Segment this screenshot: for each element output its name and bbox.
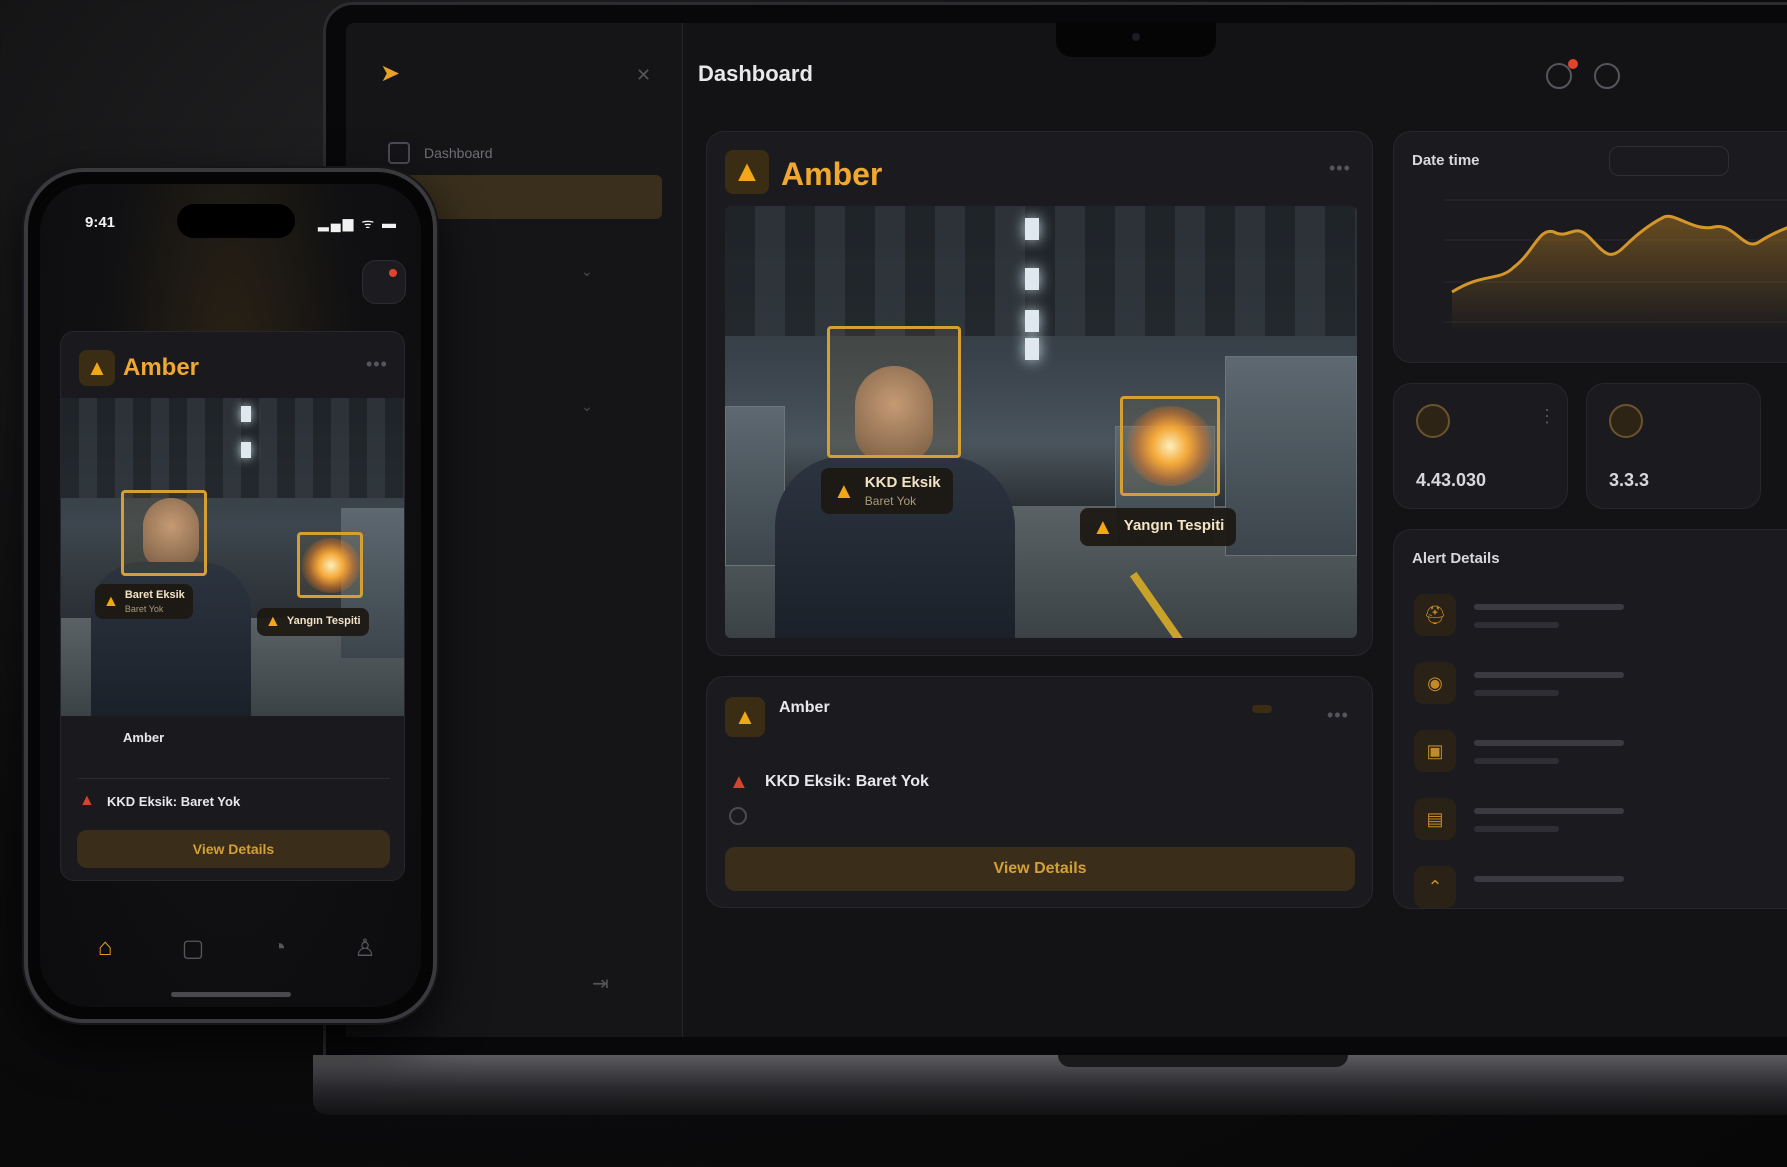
camera-name: Amber <box>779 699 830 716</box>
detection-box-fire <box>1120 396 1220 496</box>
trend-chart-card: Date time <box>1393 131 1787 363</box>
camera-feed-card: ▲ Amber ••• ▲ Baret Eksik <box>60 331 405 881</box>
sidebar-collapse-icon[interactable]: ✕ <box>636 65 651 86</box>
view-details-button[interactable]: View Details <box>725 847 1355 891</box>
home-indicator <box>171 992 291 997</box>
laptop-hinge <box>1058 1055 1348 1067</box>
alert-triangle-icon: ▲ <box>729 771 749 793</box>
more-options-icon[interactable]: ••• <box>366 354 388 375</box>
user-icon[interactable]: ♙ <box>350 934 380 964</box>
warning-triangle-icon: ▲ <box>86 355 108 380</box>
calendar-icon: ▤ <box>1414 798 1456 840</box>
warning-triangle-icon: ▲ <box>833 478 855 503</box>
chevron-down-icon[interactable]: ⌄ <box>581 398 593 415</box>
alert-summary-card: ▲ Amber ••• ▲ KKD Eksik: Baret Yok View … <box>706 676 1373 908</box>
grid-icon <box>388 142 410 164</box>
chevron-up-icon: ⌃ <box>1414 866 1456 908</box>
sidebar-item-label: Dashboard <box>424 145 493 161</box>
camera-name: Amber <box>123 730 165 745</box>
chevron-down-icon[interactable]: ⌄ <box>581 263 593 280</box>
laptop-mockup: ➤ ✕ Dashboard ⌄ ⌄ ⇥ Dashboard ▲ Amber ••… <box>313 0 1787 1115</box>
warning-triangle-icon: ▲ <box>265 613 281 630</box>
logout-icon[interactable]: ⇥ <box>592 971 609 996</box>
list-item[interactable]: ▣ <box>1414 730 1774 778</box>
warning-triangle-icon: ▲ <box>1092 514 1114 539</box>
list-item[interactable]: ⛑ <box>1414 594 1774 642</box>
status-badge <box>1252 705 1272 713</box>
eye-icon: ◉ <box>1414 662 1456 704</box>
trend-sparkline <box>1444 199 1787 332</box>
document-icon: ▣ <box>1414 730 1456 772</box>
feed-title: Amber <box>781 156 883 192</box>
laptop-base <box>313 1055 1787 1115</box>
marketing-mockup: { "dashboard": { "header_title": "Dashbo… <box>0 0 1787 1167</box>
detection-box-fire <box>297 532 363 598</box>
notification-bell-icon[interactable] <box>362 260 406 304</box>
dashboard-screen: ➤ ✕ Dashboard ⌄ ⌄ ⇥ Dashboard ▲ Amber ••… <box>346 23 1787 1037</box>
warning-badge: ▲ <box>725 697 765 737</box>
bell-icon[interactable]: ◔ <box>264 934 294 964</box>
camera-notch <box>1056 21 1216 57</box>
view-details-button[interactable]: View Details <box>77 830 390 868</box>
stat-card: ⋮ 4.43.030 <box>1393 383 1568 509</box>
stat-icon <box>1416 404 1450 438</box>
detection-label-ppe: ▲ KKD Eksik Baret Yok <box>821 468 953 514</box>
dynamic-island <box>177 204 295 238</box>
detection-box-person <box>121 490 207 576</box>
sidebar-item-dashboard[interactable]: Dashboard <box>366 131 662 175</box>
settings-icon[interactable] <box>1594 63 1620 89</box>
page-title: Dashboard <box>698 61 813 86</box>
detection-label-fire: ▲ Yangın Tespiti <box>257 608 369 636</box>
alert-triangle-icon: ▲ <box>79 792 95 809</box>
notification-dot <box>1568 59 1578 69</box>
warning-badge: ▲ <box>725 150 769 194</box>
brand-logo-icon: ➤ <box>380 60 401 87</box>
status-time: 9:41 <box>85 214 116 231</box>
stat-card: 3.3.3 <box>1586 383 1761 509</box>
home-icon[interactable]: ⌂ <box>90 934 120 964</box>
warning-triangle-icon: ▲ <box>732 155 762 188</box>
list-item[interactable]: ◉ <box>1414 662 1774 710</box>
more-options-icon[interactable]: ⋮ <box>1538 406 1557 427</box>
stat-value: 4.43.030 <box>1416 470 1487 490</box>
more-options-icon[interactable]: ••• <box>1327 705 1349 726</box>
feed-title: Amber <box>123 354 200 381</box>
stat-value: 3.3.3 <box>1609 470 1650 490</box>
detection-box-person <box>827 326 961 458</box>
alert-details-card: Alert Details ⛑ ◉ ▣ ▤ ⌃ <box>1393 529 1787 909</box>
laptop-bezel: ➤ ✕ Dashboard ⌄ ⌄ ⇥ Dashboard ▲ Amber ••… <box>323 2 1787 1057</box>
alert-message: KKD Eksik: Baret Yok <box>107 794 241 809</box>
detection-label-fire: ▲ Yangın Tespiti <box>1080 508 1237 546</box>
camera-feed-card: ▲ Amber ••• ▲ KKD Eksik Baret Yok ▲ Yang… <box>706 131 1373 656</box>
alert-details-title: Alert Details <box>1412 550 1500 567</box>
grid-icon[interactable]: ▢ <box>178 934 208 964</box>
phone-screen: 9:41 ▂▄▆ ᯤ ▬ ▲ Amber ••• ▲ <box>40 184 421 1007</box>
more-options-icon[interactable]: ••• <box>1329 158 1351 179</box>
warning-triangle-icon: ▲ <box>103 592 119 610</box>
helmet-icon: ⛑ <box>1414 594 1456 636</box>
alert-message: KKD Eksik: Baret Yok <box>765 773 929 790</box>
bottom-tab-bar: ⌂ ▢ ◔ ♙ <box>40 924 421 984</box>
list-item[interactable]: ▤ <box>1414 798 1774 846</box>
camera-feed-image: ▲ KKD Eksik Baret Yok ▲ Yangın Tespiti <box>725 206 1357 638</box>
status-icons: ▂▄▆ ᯤ ▬ <box>318 215 399 231</box>
warning-badge: ▲ <box>79 350 115 386</box>
camera-feed-image: ▲ Baret Eksik Baret Yok ▲ Yangın Tespiti <box>61 398 404 716</box>
list-item[interactable]: ⌃ <box>1414 866 1774 914</box>
phone-mockup: 9:41 ▂▄▆ ᯤ ▬ ▲ Amber ••• ▲ <box>24 168 437 1023</box>
clock-icon <box>729 807 747 825</box>
stat-icon <box>1609 404 1643 438</box>
warning-triangle-icon: ▲ <box>734 704 756 729</box>
detection-label-ppe: ▲ Baret Eksik Baret Yok <box>95 584 193 619</box>
